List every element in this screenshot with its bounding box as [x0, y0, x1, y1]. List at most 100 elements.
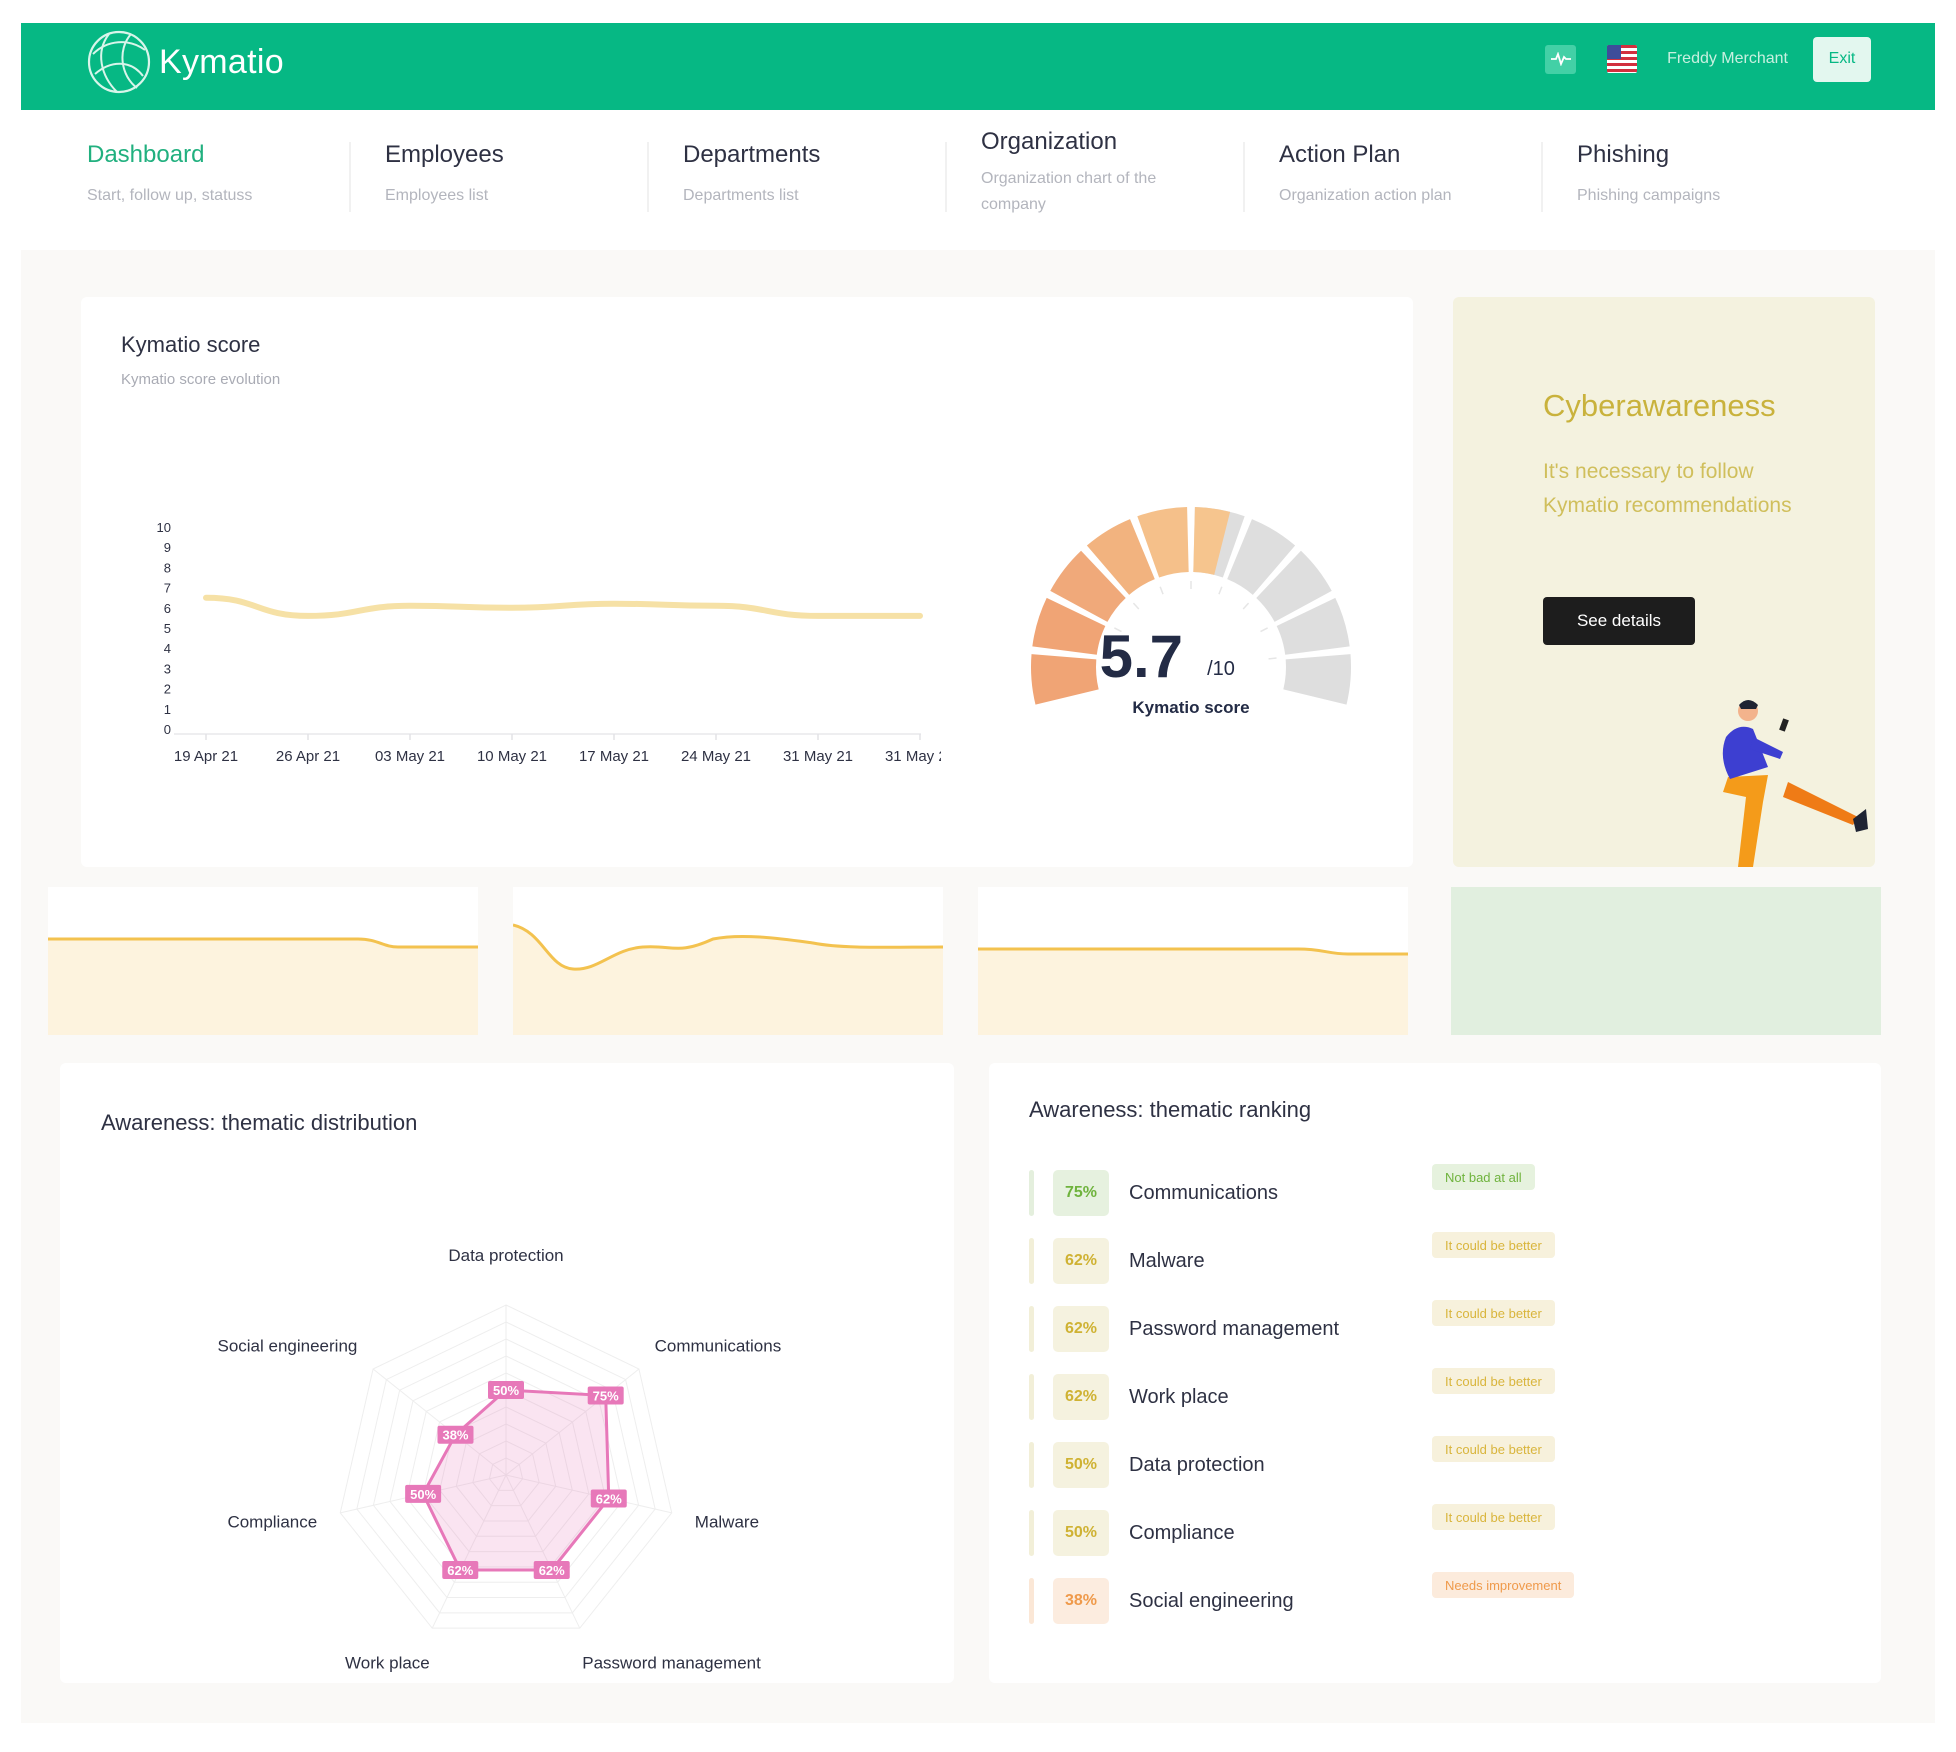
- ranking-row: 62% Work place It could be better: [1029, 1368, 1555, 1420]
- ranking-percent: 75%: [1053, 1170, 1109, 1216]
- thematic-ranking-card: Awareness: thematic ranking 75% Communica…: [989, 1063, 1881, 1683]
- x-tick-label: 31 May 21: [885, 748, 941, 765]
- ranking-status-badge: It could be better: [1432, 1300, 1555, 1326]
- ranking-percent: 62%: [1053, 1306, 1109, 1352]
- y-tick-label: 5: [164, 621, 171, 636]
- gauge-max: /10: [1207, 658, 1235, 680]
- user-name[interactable]: Freddy Merchant: [1667, 50, 1788, 68]
- ranking-status-badge: It could be better: [1432, 1368, 1555, 1394]
- nav-dashboard[interactable]: Dashboard Start, follow up, statuss: [87, 110, 385, 250]
- score-card-title: Kymatio score: [121, 332, 261, 357]
- ranking-theme-name: Malware: [1129, 1249, 1205, 1272]
- ranking-percent: 62%: [1053, 1374, 1109, 1420]
- app-page: Kymatio Freddy Merchant Exit Dashboard S…: [21, 23, 1935, 1723]
- nav-title: Departments: [683, 141, 821, 168]
- nav-subtitle: Start, follow up, statuss: [87, 187, 253, 204]
- y-tick-label: 9: [164, 540, 171, 555]
- ranking-level-bar: [1029, 1510, 1034, 1556]
- ranking-row: 62% Password management It could be better: [1029, 1300, 1555, 1352]
- mini-trend-chart-3: [978, 947, 1408, 1035]
- x-tick-label: 24 May 21: [681, 748, 751, 765]
- gauge-segment: [1031, 654, 1099, 705]
- radar-value-label: 50%: [410, 1487, 436, 1502]
- gauge-tick: [1218, 586, 1223, 595]
- mini-trend-card-4: [1451, 887, 1881, 1035]
- gauge-label: Kymatio score: [1132, 698, 1249, 717]
- ranking-row: 75% Communications Not bad at all: [1029, 1164, 1535, 1216]
- score-card-subtitle: Kymatio score evolution: [121, 371, 281, 388]
- ranking-status-badge: It could be better: [1432, 1232, 1555, 1258]
- mini-trend-chart-2: [513, 923, 943, 1035]
- nav-subtitle: Organization action plan: [1279, 187, 1452, 204]
- nav-title: Employees: [385, 141, 504, 168]
- exit-button[interactable]: Exit: [1813, 36, 1871, 82]
- ranking-theme-name: Password management: [1129, 1317, 1340, 1340]
- gauge-value: 5.7: [1100, 623, 1183, 690]
- globe-logo-icon: [87, 30, 151, 94]
- ranking-level-bar: [1029, 1374, 1034, 1420]
- radar-category-label: Social engineering: [217, 1336, 357, 1355]
- y-tick-label: 6: [164, 601, 171, 616]
- kymatio-score-card: Kymatio score Kymatio score evolution 01…: [81, 297, 1413, 867]
- y-tick-label: 8: [164, 560, 171, 575]
- nav-title: Action Plan: [1279, 141, 1401, 168]
- nav-title: Organization: [981, 128, 1118, 155]
- nav-subtitle: Employees list: [385, 187, 489, 204]
- cyber-title: Cyberawareness: [1543, 388, 1776, 423]
- ranking-theme-name: Data protection: [1129, 1453, 1265, 1476]
- y-tick-label: 7: [164, 581, 171, 596]
- y-tick-label: 4: [164, 641, 171, 656]
- dashboard-content: Kymatio score Kymatio score evolution 01…: [21, 250, 1935, 1723]
- gauge-tick: [1159, 586, 1164, 595]
- radar-category-label: Work place: [345, 1653, 430, 1672]
- person-illustration: [1722, 700, 1868, 867]
- gauge-tick: [1242, 602, 1250, 610]
- ranking-row: 50% Compliance It could be better: [1029, 1504, 1555, 1556]
- nav-title: Dashboard: [87, 141, 205, 168]
- radar-value-label: 75%: [593, 1389, 619, 1404]
- x-tick-label: 26 Apr 21: [276, 748, 340, 765]
- radar-value-label: 62%: [539, 1563, 565, 1578]
- nav-title: Phishing: [1577, 141, 1670, 168]
- mini-trend-card-3: [978, 887, 1408, 1035]
- nav-subtitle: Organization chart of the company: [981, 170, 1157, 213]
- ranking-level-bar: [1029, 1578, 1034, 1624]
- us-flag-icon[interactable]: [1607, 45, 1638, 73]
- score-line-chart: 0 1 2 3 4 5 6 7 8 9 10 19 Apr 21 26 Apr 21 03 May 21…: [157, 520, 941, 765]
- nav-employees[interactable]: Employees Employees list: [349, 110, 683, 250]
- x-tick-label: 17 May 21: [579, 748, 649, 765]
- cyber-text: It's necessary to follow Kymatio recomme…: [1543, 460, 1792, 517]
- ranking-level-bar: [1029, 1306, 1034, 1352]
- nav-phishing[interactable]: Phishing Phishing campaigns: [1541, 110, 1875, 250]
- score-gauge: 5.7 /10 Kymatio score: [1031, 507, 1351, 717]
- ranking-theme-name: Social engineering: [1129, 1589, 1294, 1612]
- top-header: Kymatio Freddy Merchant Exit: [21, 23, 1935, 110]
- radar-category-label: Communications: [655, 1336, 782, 1355]
- nav-departments[interactable]: Departments Departments list: [647, 110, 981, 250]
- gauge-tick: [1132, 602, 1140, 610]
- gauge-tick: [1260, 627, 1268, 633]
- y-tick-label: 3: [164, 661, 171, 676]
- thematic-distribution-card: Awareness: thematic distribution Data pr…: [60, 1063, 954, 1683]
- mini-trend-card-1: [48, 887, 478, 1035]
- radar-title: Awareness: thematic distribution: [101, 1110, 418, 1135]
- radar-value-label: 62%: [447, 1563, 473, 1578]
- activity-icon[interactable]: [1545, 44, 1577, 74]
- x-tick-label: 31 May 21: [783, 748, 853, 765]
- radar-category-label: Password management: [582, 1653, 761, 1672]
- cyberawareness-card: Cyberawareness It's necessary to follow …: [1453, 297, 1875, 867]
- ranking-level-bar: [1029, 1238, 1034, 1284]
- nav-action-plan[interactable]: Action Plan Organization action plan: [1243, 110, 1577, 250]
- ranking-status-badge: It could be better: [1432, 1436, 1555, 1462]
- kymatio-logo[interactable]: Kymatio: [83, 25, 284, 99]
- brand-name: Kymatio: [159, 42, 284, 81]
- gauge-segment: [1283, 654, 1351, 705]
- nav-subtitle: Departments list: [683, 187, 799, 204]
- radar-category-label: Malware: [695, 1512, 759, 1531]
- ranking-row: 50% Data protection It could be better: [1029, 1436, 1555, 1488]
- main-nav: Dashboard Start, follow up, statuss Empl…: [21, 110, 1935, 250]
- nav-organization[interactable]: Organization Organization chart of the c…: [945, 110, 1279, 250]
- see-details-button[interactable]: See details: [1543, 597, 1695, 645]
- ranking-theme-name: Work place: [1129, 1385, 1229, 1408]
- x-tick-label: 03 May 21: [375, 748, 445, 765]
